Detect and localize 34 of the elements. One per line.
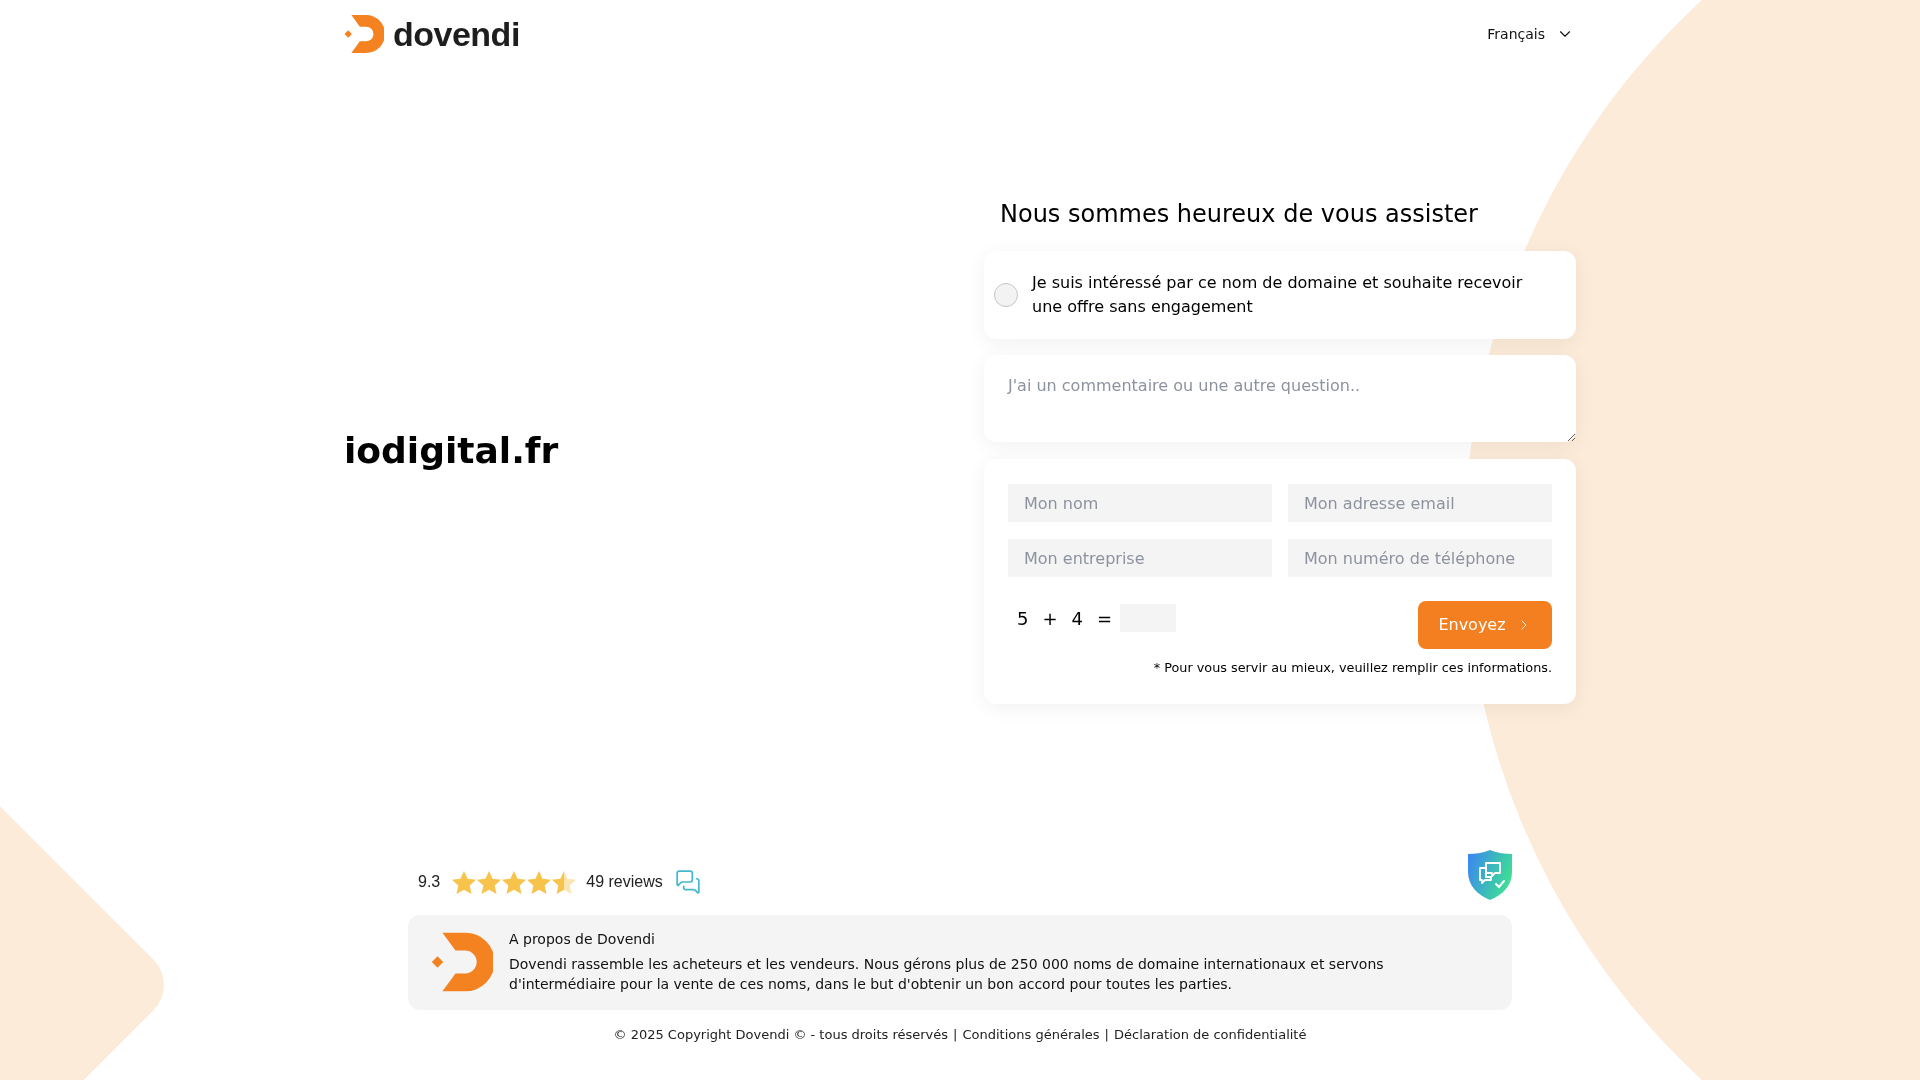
language-selector[interactable]: Français <box>1487 23 1576 45</box>
logo-icon <box>344 15 384 53</box>
captcha-number: 5 <box>1017 606 1029 631</box>
domain-name: iodigital.fr <box>344 429 560 473</box>
star-icon <box>452 870 477 894</box>
star-icon <box>552 870 577 894</box>
input-field[interactable]: Mon entreprise <box>1008 539 1272 577</box>
review-score: 9.3 <box>418 872 441 892</box>
copyright-text: © 2025 Copyright Dovendi © - tous droits réservés <box>613 1026 949 1044</box>
about-text: Dovendi rassemble les acheteurs et les vendeurs. Nous gérons plus de 250 000 noms de domaine internationaux et servons d'intermédiaire pour la vente de ces noms, dans le but d'obtenir un bon accord pour toutes les parties. <box>509 955 1385 994</box>
form-title: Nous sommes heureux de vous assister <box>999 199 1479 230</box>
star-icon <box>477 870 502 894</box>
about-title: A propos de Dovendi <box>509 930 656 949</box>
input-field[interactable]: Mon adresse email <box>1288 484 1552 522</box>
comment-field[interactable]: J'ai un commentaire ou une autre question.. <box>984 355 1576 442</box>
captcha-equals: = <box>1097 606 1113 631</box>
captcha-operator: + <box>1042 606 1058 631</box>
radio-button[interactable] <box>994 283 1018 307</box>
captcha-number: 4 <box>1071 606 1083 631</box>
form-note: * Pour vous servir au mieux, veuillez remplir ces informations. <box>1152 659 1552 677</box>
review-count: 49 reviews <box>586 872 663 892</box>
star-icon <box>502 870 527 894</box>
logo-text: dovendi <box>393 17 520 51</box>
chat-bubbles-icon <box>674 869 701 895</box>
input-field[interactable]: Mon nom <box>1008 484 1272 522</box>
input-field[interactable]: Mon numéro de téléphone <box>1288 539 1552 577</box>
offer-option-label: Je suis intéressé par ce nom de domaine et souhaite recevoir une offre sans engagement <box>1032 272 1524 318</box>
footer-separator: | <box>953 1026 958 1044</box>
shield-icon <box>1468 850 1512 900</box>
logo-icon <box>431 931 493 992</box>
footer-link[interactable]: Conditions générales <box>962 1025 1100 1045</box>
star-icon <box>527 870 552 894</box>
footer-link[interactable]: Déclaration de confidentialité <box>1114 1025 1307 1045</box>
footer-separator: | <box>1104 1026 1109 1044</box>
